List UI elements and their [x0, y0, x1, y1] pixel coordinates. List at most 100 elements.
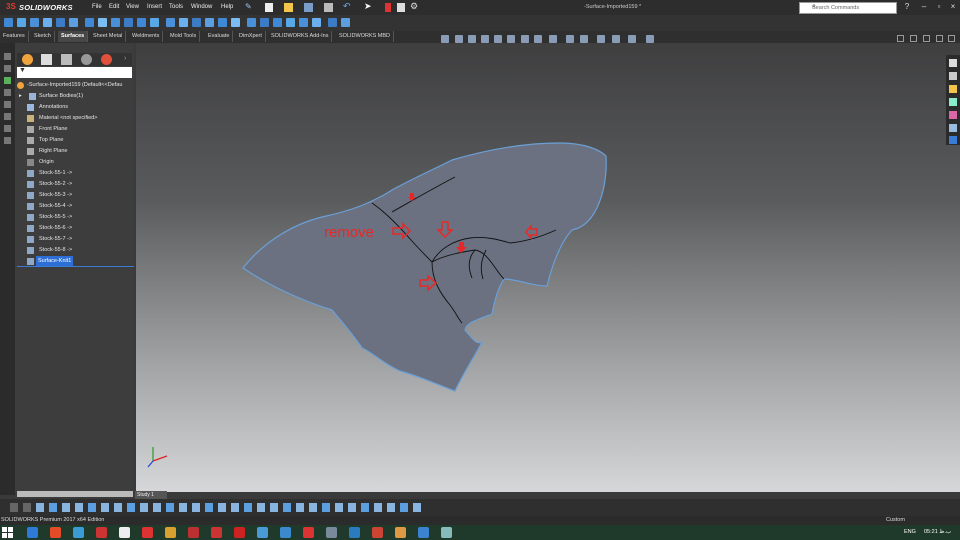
surface-tool-icon[interactable] [218, 18, 227, 27]
strip-tool-icon[interactable] [4, 101, 11, 108]
design-library-icon[interactable] [949, 85, 957, 93]
motion-tool-icon[interactable] [257, 503, 265, 512]
panel-horizontal-scrollbar[interactable] [17, 491, 133, 497]
viewport-window-icon[interactable] [948, 35, 955, 42]
motion-tool-icon[interactable] [192, 503, 200, 512]
surface-tool-icon[interactable] [179, 18, 188, 27]
motion-tool-icon[interactable] [153, 503, 161, 512]
menu-tools[interactable]: Tools [169, 4, 183, 10]
motion-tool-icon[interactable] [283, 503, 291, 512]
taskbar-app-icon[interactable] [326, 527, 337, 538]
motion-tool-icon[interactable] [127, 503, 135, 512]
motion-tool-icon[interactable] [374, 503, 382, 512]
input-language[interactable]: ENG [904, 529, 916, 535]
menu-edit[interactable]: Edit [109, 4, 119, 10]
view-tool-icon[interactable] [507, 35, 515, 43]
custom-properties-icon[interactable] [949, 124, 957, 132]
surface-tool-icon[interactable] [69, 18, 78, 27]
dimxpert-manager-icon[interactable] [81, 54, 92, 65]
taskbar-app-icon[interactable] [50, 527, 61, 538]
taskbar-app-icon[interactable] [188, 527, 199, 538]
tab-evaluate[interactable]: Evaluate [205, 31, 234, 42]
pin-icon[interactable]: ✎ [245, 2, 252, 11]
surface-tool-icon[interactable] [273, 18, 282, 27]
rebuild-icon[interactable] [385, 3, 391, 12]
taskbar-app-icon[interactable] [395, 527, 406, 538]
motion-tool-icon[interactable] [400, 503, 408, 512]
help-icon[interactable]: ? [901, 2, 913, 12]
motion-tool-icon[interactable] [296, 503, 304, 512]
surface-tool-icon[interactable] [4, 18, 13, 27]
surface-tool-icon[interactable] [150, 18, 159, 27]
save-icon[interactable] [304, 3, 313, 12]
motion-tool-icon[interactable] [270, 503, 278, 512]
view-tool-icon[interactable] [612, 35, 620, 43]
view-tool-icon[interactable] [549, 35, 557, 43]
view-tool-icon[interactable] [534, 35, 542, 43]
search-commands-input[interactable]: Search Commands ⌕ [799, 2, 897, 14]
strip-tool-icon[interactable] [4, 77, 11, 84]
tree-filter-input[interactable]: ▼ [17, 67, 132, 78]
open-folder-icon[interactable] [284, 3, 293, 12]
view-tool-icon[interactable] [494, 35, 502, 43]
taskbar-app-icon[interactable] [234, 527, 245, 538]
file-properties-icon[interactable] [397, 3, 405, 12]
motion-tool-icon[interactable] [140, 503, 148, 512]
motion-tool-icon[interactable] [335, 503, 343, 512]
surface-tool-icon[interactable] [205, 18, 214, 27]
motion-tool-icon[interactable] [205, 503, 213, 512]
windows-start-icon[interactable] [2, 527, 14, 538]
viewport-window-icon[interactable] [923, 35, 930, 42]
motion-tool-icon[interactable] [231, 503, 239, 512]
configuration-manager-icon[interactable] [61, 54, 72, 65]
view-tool-icon[interactable] [455, 35, 463, 43]
view-tool-icon[interactable] [628, 35, 636, 43]
taskbar-app-icon[interactable] [257, 527, 268, 538]
viewport-window-icon[interactable] [936, 35, 943, 42]
motion-tool-icon[interactable] [88, 503, 96, 512]
strip-tool-icon[interactable] [4, 65, 11, 72]
surface-tool-icon[interactable] [247, 18, 256, 27]
taskbar-app-icon[interactable] [349, 527, 360, 538]
view-tool-icon[interactable] [566, 35, 574, 43]
motion-tool-icon[interactable] [348, 503, 356, 512]
file-explorer-icon[interactable] [949, 98, 957, 106]
strip-tool-icon[interactable] [4, 89, 11, 96]
motion-tool-icon[interactable] [62, 503, 70, 512]
menu-view[interactable]: View [126, 4, 139, 10]
menu-insert[interactable]: Insert [147, 4, 162, 10]
forum-icon[interactable] [949, 136, 957, 144]
options-gear-icon[interactable]: ⚙ [410, 1, 418, 12]
motion-tool-icon[interactable] [114, 503, 122, 512]
tab-features[interactable]: Features [0, 31, 29, 42]
surface-tool-icon[interactable] [137, 18, 146, 27]
surface-tool-icon[interactable] [328, 18, 337, 27]
surface-tool-icon[interactable] [286, 18, 295, 27]
surface-tool-icon[interactable] [166, 18, 175, 27]
new-document-icon[interactable] [265, 3, 273, 12]
undo-icon[interactable]: ↶ [343, 1, 351, 12]
tab-solidworks-mbd[interactable]: SOLIDWORKS MBD [336, 31, 395, 42]
motion-tool-icon[interactable] [218, 503, 226, 512]
strip-tool-icon[interactable] [4, 137, 11, 144]
motion-tool-icon[interactable] [309, 503, 317, 512]
taskbar-app-icon[interactable] [119, 527, 130, 538]
taskbar-app-icon[interactable] [418, 527, 429, 538]
surface-tool-icon[interactable] [98, 18, 107, 27]
minimize-button[interactable]: – [918, 2, 930, 12]
tab-dimxpert[interactable]: DimXpert [236, 31, 266, 42]
search-icon[interactable]: ⌕ [812, 3, 893, 11]
strip-tool-icon[interactable] [4, 125, 11, 132]
tab-surfaces[interactable]: Surfaces [58, 31, 89, 42]
surface-tool-icon[interactable] [231, 18, 240, 27]
rollback-bar[interactable] [17, 266, 134, 267]
clock[interactable]: 05:21 ب.ظ [924, 529, 951, 535]
motion-tool-icon[interactable] [36, 503, 44, 512]
motion-tool-icon[interactable] [49, 503, 57, 512]
surface-tool-icon[interactable] [85, 18, 94, 27]
view-tool-icon[interactable] [481, 35, 489, 43]
view-tool-icon[interactable] [597, 35, 605, 43]
surface-tool-icon[interactable] [17, 18, 26, 27]
motion-tool-icon[interactable] [166, 503, 174, 512]
view-tool-icon[interactable] [441, 35, 449, 43]
